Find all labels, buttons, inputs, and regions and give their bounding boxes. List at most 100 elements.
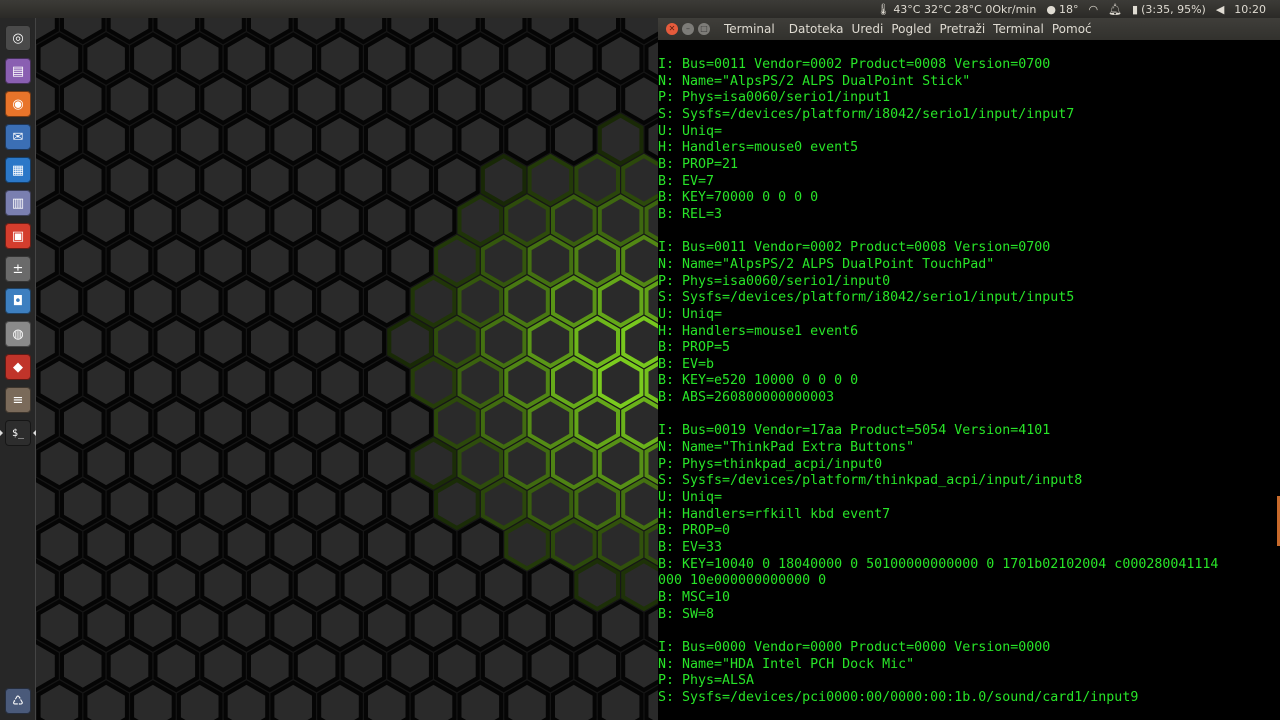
- launcher-item-disk-utility[interactable]: ◍: [5, 321, 31, 347]
- diamond-icon: ◆: [13, 359, 23, 375]
- hexagon-tile: [597, 437, 644, 490]
- hexagon-tile: [293, 234, 340, 288]
- terminal-line: B: PROP=5: [658, 340, 731, 356]
- maximize-button[interactable]: □: [698, 23, 710, 35]
- hexagon-tile: [293, 639, 340, 693]
- terminal-output[interactable]: I: Bus=0011 Vendor=0002 Product=0008 Ver…: [658, 57, 1280, 720]
- launcher-item-app-red[interactable]: ◆: [5, 354, 31, 380]
- hexagon-tile: [574, 639, 620, 693]
- hexagon-tile: [36, 518, 83, 571]
- hexagon-tile: [130, 599, 176, 652]
- launcher-item-software-center[interactable]: ▣: [5, 223, 31, 249]
- hexagon-tile: [504, 194, 550, 247]
- hexagon-tile: [317, 680, 363, 720]
- hexagon-tile: [153, 396, 200, 450]
- launcher-item-mixer[interactable]: ≡: [5, 387, 31, 413]
- hexagon-tile: [480, 639, 527, 693]
- hexagon-tile: [293, 315, 340, 369]
- hexagon-tile: [36, 72, 59, 126]
- hexagon-tile: [130, 437, 176, 490]
- hexagon-tile: [387, 558, 433, 612]
- hexagon-tile: [527, 153, 574, 207]
- terminal-line: B: KEY=e520 10000 0 0 0 0: [658, 373, 859, 389]
- terminal-line: I: Bus=0011 Vendor=0002 Product=0008 Ver…: [658, 57, 1051, 72]
- launcher-item-screenshot[interactable]: ◘: [5, 288, 31, 314]
- menu-terminal[interactable]: Terminal: [993, 22, 1044, 36]
- hexagon-tile: [270, 275, 316, 328]
- weather-indicator[interactable]: ● 18°: [1046, 3, 1078, 16]
- hexagon-tile: [106, 153, 153, 207]
- terminal-line: N: Name="AlpsPS/2 ALPS DualPoint TouchPa…: [658, 256, 995, 272]
- launcher-item-calculator[interactable]: ±: [5, 256, 31, 282]
- hexagon-tile: [106, 558, 153, 612]
- hexagon-tile: [387, 396, 433, 450]
- terminal-line: P: Phys=isa0060/serio1/input1: [658, 90, 891, 106]
- hexagon-tile: [83, 680, 129, 720]
- hexagon-tile: [340, 639, 387, 693]
- hexagon-tile: [410, 518, 457, 571]
- hexagon-tile: [527, 477, 574, 531]
- volume-indicator[interactable]: ◀: [1216, 3, 1224, 16]
- menu-pretrazi[interactable]: Pretraži: [939, 22, 985, 36]
- hexagon-tile: [200, 153, 246, 207]
- hexagon-tile: [480, 558, 527, 612]
- hexagon-tile: [527, 72, 574, 126]
- hexagon-tile: [130, 194, 176, 247]
- terminal-line: H: Handlers=mouse1 event6: [658, 323, 859, 339]
- menu-pomoc[interactable]: Pomoć: [1052, 22, 1092, 36]
- hexagon-tile: [60, 639, 106, 693]
- hexagon-tile: [574, 72, 620, 126]
- terminal-line: P: Phys=isa0060/serio1/input0: [658, 273, 891, 289]
- hexagon-tile: [247, 477, 293, 531]
- hexagon-tile: [36, 396, 59, 450]
- terminal-line: B: KEY=70000 0 0 0 0: [658, 190, 819, 206]
- terminal-line: I: Bus=0019 Vendor=17aa Product=5054 Ver…: [658, 423, 1051, 439]
- menu-pogled[interactable]: Pogled: [891, 22, 931, 36]
- launcher-item-files[interactable]: ▤: [5, 58, 31, 84]
- wifi-indicator[interactable]: ◠: [1088, 3, 1098, 16]
- minimize-icon: –: [686, 24, 690, 33]
- temperature-indicator[interactable]: 🌡︎ 43°C 32°C 28°C 0Okr/min: [876, 3, 1036, 16]
- hexagon-tile: [247, 558, 293, 612]
- hexagon-tile: [270, 356, 316, 409]
- hexagon-tile: [36, 437, 83, 490]
- minimize-button[interactable]: –: [682, 23, 694, 35]
- title-bar[interactable]: ✕ – □ Terminal Datoteka Uredi Pogled Pre…: [658, 18, 1280, 40]
- hexagon-tile: [200, 315, 246, 369]
- launcher-item-text-editor[interactable]: ▥: [5, 190, 31, 216]
- launcher-item-firefox[interactable]: ◉: [5, 91, 31, 117]
- launcher-item-dash-home[interactable]: ◎: [5, 25, 31, 51]
- hexagon-tile: [130, 113, 176, 166]
- hexagon-tile: [480, 396, 527, 450]
- hexagon-tile: [60, 558, 106, 612]
- launcher-item-terminal[interactable]: $_: [0, 420, 36, 446]
- close-button[interactable]: ✕: [666, 23, 678, 35]
- hexagon-tile: [457, 680, 504, 720]
- thermometer-icon: 🌡︎: [876, 2, 891, 16]
- terminal-line: S: Sysfs=/devices/platform/i8042/serio1/…: [658, 106, 1075, 122]
- hexagon-tile: [36, 113, 83, 166]
- hexagon-tile: [200, 477, 246, 531]
- window-title: Terminal: [724, 22, 775, 36]
- terminal-line: N: Name="HDA Intel PCH Dock Mic": [658, 656, 915, 672]
- hexagon-tile: [247, 396, 293, 450]
- clock[interactable]: 10:20: [1234, 3, 1266, 16]
- launcher-item-trash[interactable]: ♺: [5, 688, 31, 714]
- battery-indicator[interactable]: ▮ (3:35, 95%): [1132, 3, 1206, 16]
- hexagon-tile: [551, 32, 597, 85]
- menu-uredi[interactable]: Uredi: [852, 22, 884, 36]
- hexagon-tile: [597, 356, 644, 409]
- hexagon-tile: [340, 72, 387, 126]
- terminal-line: P: Phys=ALSA: [658, 673, 755, 689]
- launcher-item-thunderbird[interactable]: ✉: [5, 124, 31, 150]
- hexagon-tile: [504, 32, 550, 85]
- hexagon-tile: [480, 234, 527, 288]
- hexagon-tile: [36, 315, 59, 369]
- hexagon-tile: [270, 113, 316, 166]
- launcher-item-writer[interactable]: ▦: [5, 157, 31, 183]
- hexagon-tile: [551, 194, 597, 247]
- document-icon: ▦: [11, 162, 25, 178]
- notification-indicator[interactable]: 🔔︎: [1108, 3, 1122, 16]
- menu-datoteka[interactable]: Datoteka: [789, 22, 844, 36]
- hexagon-tile: [364, 113, 410, 166]
